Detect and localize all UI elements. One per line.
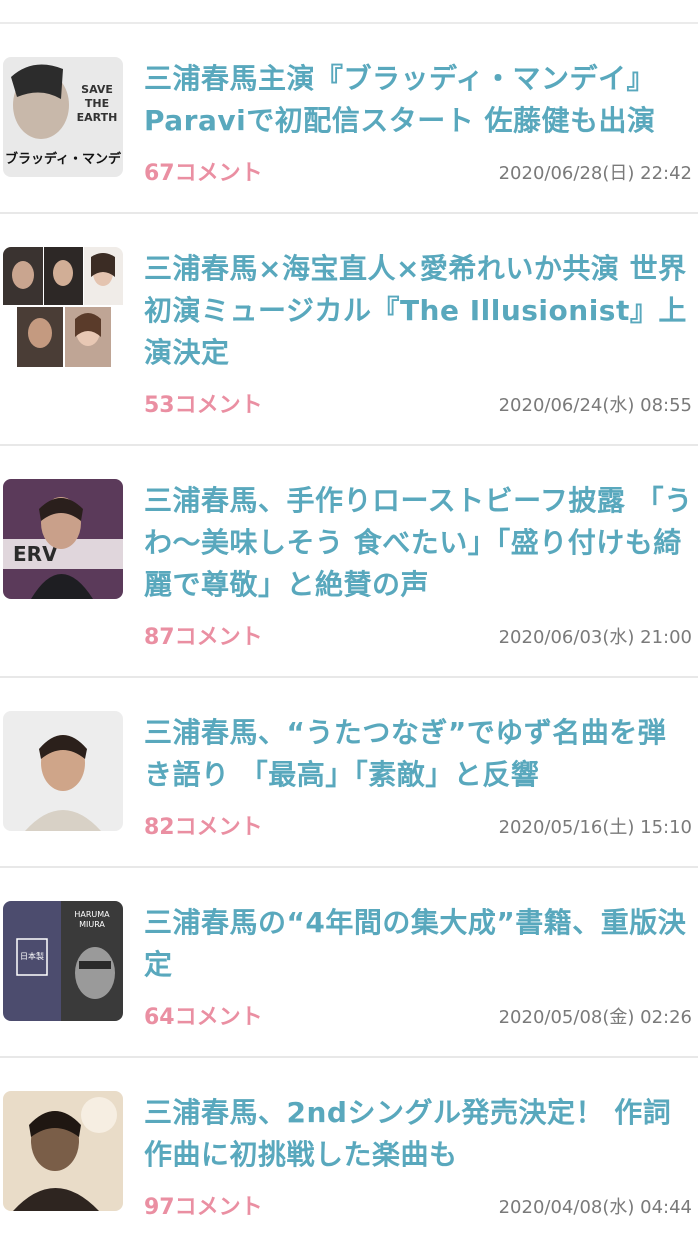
article-thumbnail[interactable] <box>3 247 123 367</box>
thumb-text: THE <box>85 97 109 110</box>
article-thumbnail[interactable]: 日本製 HARUMA MIURA <box>3 901 123 1021</box>
thumb-text: HARUMA <box>74 910 110 919</box>
article-date: 2020/06/24(水) 08:55 <box>498 395 692 416</box>
article-item[interactable]: ERV 三浦春馬、手作りローストビーフ披露 「うわ〜美味しそう 食べたい」「盛り… <box>0 446 698 678</box>
article-date: 2020/05/08(金) 02:26 <box>498 1007 692 1028</box>
thumb-text: EARTH <box>77 111 118 124</box>
article-title[interactable]: 三浦春馬、2ndシングル発売決定！ 作詞作曲に初挑戦した楽曲も <box>144 1092 694 1176</box>
article-thumbnail[interactable] <box>3 711 123 831</box>
comment-count[interactable]: 64コメント <box>144 999 263 1031</box>
article-title[interactable]: 三浦春馬、手作りローストビーフ披露 「うわ〜美味しそう 食べたい」「盛り付けも綺… <box>144 480 694 606</box>
comment-count[interactable]: 97コメント <box>144 1189 263 1221</box>
article-date: 2020/05/16(土) 15:10 <box>498 817 692 838</box>
article-title[interactable]: 三浦春馬主演『ブラッディ・マンデイ』Paraviで初配信スタート 佐藤健も出演 <box>144 58 694 142</box>
thumb-text: SAVE <box>81 83 113 96</box>
thumb-text: ブラッディ・マンデ <box>5 151 122 167</box>
article-item[interactable]: 日本製 HARUMA MIURA 三浦春馬の“4年間の集大成”書籍、重版決定 6… <box>0 868 698 1058</box>
article-item[interactable]: SAVE THE EARTH ブラッディ・マンデ 三浦春馬主演『ブラッディ・マン… <box>0 24 698 214</box>
comment-count[interactable]: 53コメント <box>144 387 263 419</box>
article-item[interactable]: 三浦春馬×海宝直人×愛希れいか共演 世界初演ミュージカル『The Illusio… <box>0 214 698 446</box>
article-date: 2020/06/28(日) 22:42 <box>498 163 692 184</box>
article-thumbnail[interactable]: ERV <box>3 479 123 599</box>
comment-count[interactable]: 82コメント <box>144 809 263 841</box>
article-title[interactable]: 三浦春馬、“うたつなぎ”でゆず名曲を弾き語り 「最高」「素敵」と反響 <box>144 712 694 796</box>
article-title[interactable]: 三浦春馬の“4年間の集大成”書籍、重版決定 <box>144 902 694 986</box>
thumb-text: 日本製 <box>20 951 44 961</box>
article-item[interactable]: 三浦春馬、2ndシングル発売決定！ 作詞作曲に初挑戦した楽曲も 97コメント 2… <box>0 1058 698 1242</box>
comment-count[interactable]: 67コメント <box>144 155 263 187</box>
article-thumbnail[interactable] <box>3 1091 123 1211</box>
article-thumbnail[interactable]: SAVE THE EARTH ブラッディ・マンデ <box>3 57 123 177</box>
article-date: 2020/04/08(水) 04:44 <box>498 1197 692 1218</box>
thumb-text: MIURA <box>79 920 105 929</box>
article-title[interactable]: 三浦春馬×海宝直人×愛希れいか共演 世界初演ミュージカル『The Illusio… <box>144 248 694 374</box>
comment-count[interactable]: 87コメント <box>144 619 263 651</box>
article-date: 2020/06/03(水) 21:00 <box>498 627 692 648</box>
article-item[interactable]: 三浦春馬、“うたつなぎ”でゆず名曲を弾き語り 「最高」「素敵」と反響 82コメン… <box>0 678 698 868</box>
